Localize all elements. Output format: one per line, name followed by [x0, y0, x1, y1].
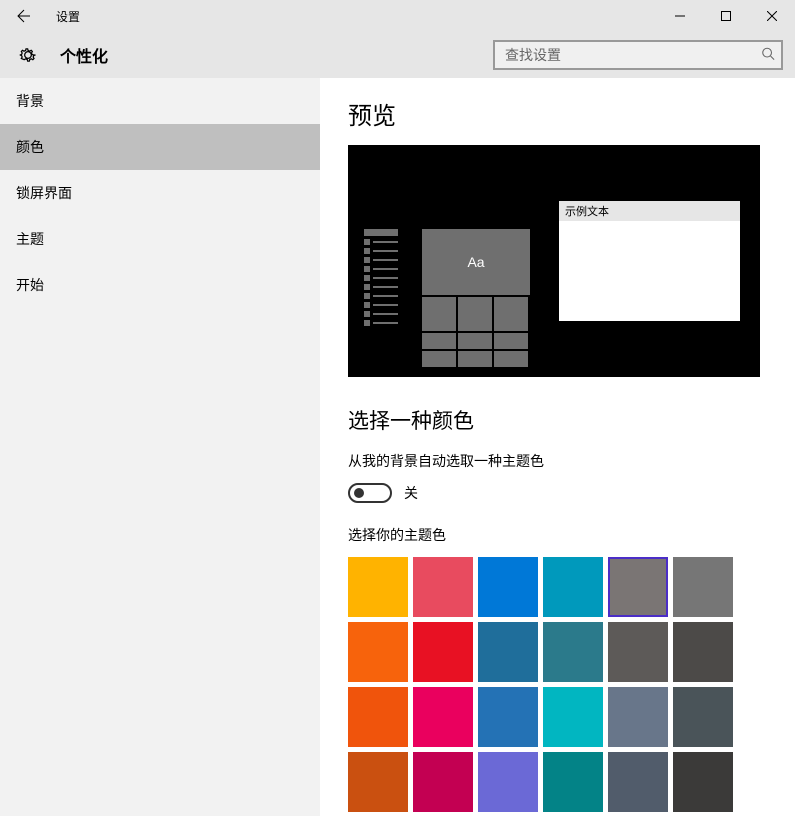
color-swatch[interactable]: [413, 687, 473, 747]
auto-color-label: 从我的背景自动选取一种主题色: [348, 451, 767, 471]
section-heading: 选择一种颜色: [348, 405, 767, 435]
window-title: 设置: [56, 8, 80, 25]
toggle-state-label: 关: [404, 483, 418, 503]
preview-window-title: 示例文本: [559, 201, 740, 221]
color-swatch[interactable]: [608, 622, 668, 682]
preview-pane: Aa 示例文本: [348, 145, 760, 377]
color-swatch[interactable]: [543, 557, 603, 617]
color-swatch[interactable]: [543, 622, 603, 682]
pick-color-label: 选择你的主题色: [348, 525, 767, 545]
color-swatch[interactable]: [413, 622, 473, 682]
color-swatch[interactable]: [608, 752, 668, 812]
auto-color-toggle[interactable]: [348, 483, 392, 503]
back-button[interactable]: [0, 0, 48, 32]
color-swatch[interactable]: [348, 752, 408, 812]
sidebar-item-4[interactable]: 开始: [0, 262, 320, 308]
search-input[interactable]: [493, 40, 783, 70]
preview-nav-lines: [364, 229, 398, 329]
color-swatch[interactable]: [543, 687, 603, 747]
sidebar: 背景颜色锁屏界面主题开始: [0, 78, 320, 816]
maximize-button[interactable]: [703, 0, 749, 32]
color-swatch[interactable]: [478, 687, 538, 747]
color-swatch[interactable]: [673, 622, 733, 682]
sidebar-item-1[interactable]: 颜色: [0, 124, 320, 170]
maximize-icon: [721, 11, 731, 21]
minimize-button[interactable]: [657, 0, 703, 32]
color-swatch[interactable]: [673, 687, 733, 747]
color-swatch[interactable]: [608, 557, 668, 617]
color-swatch[interactable]: [413, 557, 473, 617]
color-swatch[interactable]: [348, 557, 408, 617]
sidebar-item-2[interactable]: 锁屏界面: [0, 170, 320, 216]
gear-icon: [18, 45, 38, 65]
color-swatch-grid: [348, 557, 767, 812]
color-swatch[interactable]: [478, 752, 538, 812]
page-title: 个性化: [60, 43, 108, 67]
color-swatch[interactable]: [348, 687, 408, 747]
close-icon: [767, 11, 777, 21]
back-arrow-icon: [16, 8, 32, 24]
color-swatch[interactable]: [413, 752, 473, 812]
minimize-icon: [675, 11, 685, 21]
sidebar-item-0[interactable]: 背景: [0, 78, 320, 124]
color-swatch[interactable]: [478, 557, 538, 617]
sidebar-item-3[interactable]: 主题: [0, 216, 320, 262]
preview-heading: 预览: [348, 96, 767, 131]
color-swatch[interactable]: [543, 752, 603, 812]
close-button[interactable]: [749, 0, 795, 32]
preview-tiles: Aa: [422, 229, 530, 369]
color-swatch[interactable]: [608, 687, 668, 747]
color-swatch[interactable]: [478, 622, 538, 682]
preview-window: 示例文本: [559, 201, 740, 321]
color-swatch[interactable]: [673, 557, 733, 617]
preview-tile-text: Aa: [422, 229, 530, 295]
color-swatch[interactable]: [348, 622, 408, 682]
color-swatch[interactable]: [673, 752, 733, 812]
